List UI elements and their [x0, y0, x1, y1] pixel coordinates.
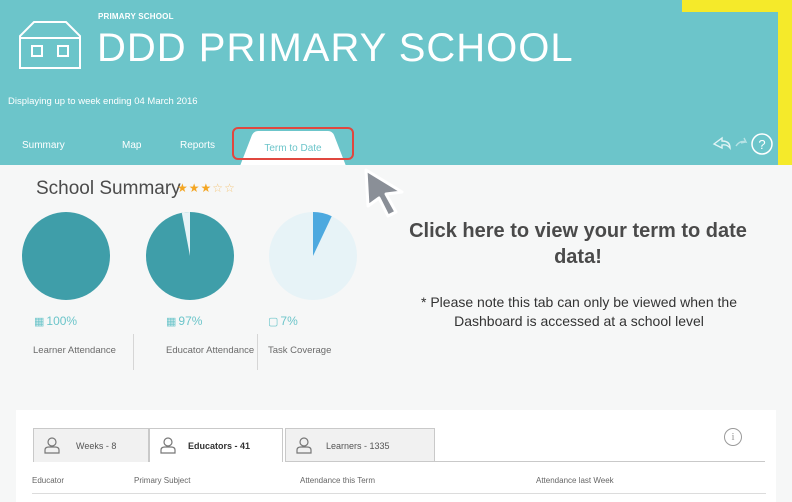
learner-attendance-value: ▦ 100% — [34, 314, 77, 328]
week-ending-info: Displaying up to week ending 04 March 20… — [8, 96, 198, 107]
task-coverage-label: Task Coverage — [268, 345, 332, 356]
metric-value: 7% — [280, 314, 298, 328]
table-header-divider — [32, 493, 766, 494]
refresh-icon[interactable] — [735, 137, 748, 147]
star-filled-icon: ★ — [188, 181, 201, 195]
user-icon — [296, 437, 312, 454]
educator-attendance-value: ▦ 97% — [166, 314, 202, 328]
calendar-icon: ▦ — [166, 316, 177, 328]
column-header-educator[interactable]: Educator — [32, 476, 64, 485]
star-filled-icon: ★ — [177, 181, 189, 195]
task-coverage-pie — [269, 212, 357, 300]
star-empty-icon: ☆ — [212, 181, 225, 195]
pie-slice-filled — [22, 212, 110, 300]
yellow-corner-strip — [682, 0, 792, 12]
educator-attendance-pie — [146, 212, 234, 300]
mouse-pointer-icon — [364, 168, 404, 218]
back-icon[interactable] — [712, 136, 731, 151]
metric-divider — [133, 334, 134, 370]
info-icon[interactable]: i — [724, 428, 742, 446]
user-icon — [160, 437, 176, 454]
school-summary-title: School Summary — [36, 178, 181, 199]
help-icon[interactable]: ? — [751, 133, 773, 155]
learner-attendance-label: Learner Attendance — [33, 345, 116, 356]
column-header-primary-subject[interactable]: Primary Subject — [134, 476, 190, 485]
metric-divider — [257, 334, 258, 370]
star-filled-icon: ★ — [200, 181, 213, 195]
tab-learners[interactable]: Learners - 1335 — [285, 428, 435, 462]
tab-educators-label: Educators - 41 — [188, 441, 251, 451]
header-icons: ? — [712, 133, 773, 155]
star-rating: ★★★☆☆ — [177, 181, 236, 195]
educator-attendance-label: Educator Attendance — [166, 345, 255, 356]
metric-value: 97% — [178, 314, 203, 328]
tab-learners-label: Learners - 1335 — [326, 441, 390, 451]
term-to-date-highlight-box — [232, 127, 354, 160]
task-coverage-value: ▢ 7% — [268, 314, 298, 328]
clipboard-icon: ▢ — [268, 316, 279, 328]
main-tabs: Summary Map Reports Term to Date — [0, 130, 792, 166]
column-header-attendance-last-week[interactable]: Attendance last Week — [536, 476, 614, 485]
callout-note: * Please note this tab can only be viewe… — [421, 294, 737, 329]
tab-weeks-label: Weeks - 8 — [76, 441, 117, 451]
school-building-icon — [19, 21, 81, 69]
metric-value: 100% — [46, 314, 78, 328]
tab-weeks[interactable]: Weeks - 8 — [33, 428, 149, 462]
column-header-attendance-term[interactable]: Attendance this Term — [300, 476, 375, 485]
school-level-label: PRIMARY SCHOOL — [98, 12, 174, 21]
tab-summary[interactable]: Summary — [22, 140, 65, 151]
tab-map[interactable]: Map — [122, 140, 141, 151]
svg-text:?: ? — [758, 137, 765, 152]
tab-reports[interactable]: Reports — [180, 140, 215, 151]
star-empty-icon: ☆ — [224, 181, 236, 195]
user-icon — [44, 437, 60, 454]
calendar-icon: ▦ — [34, 316, 45, 328]
tabs-baseline — [285, 461, 765, 462]
learner-attendance-pie — [22, 212, 110, 300]
tab-educators[interactable]: Educators - 41 — [149, 428, 283, 462]
school-name-title: DDD PRIMARY SCHOOL — [97, 26, 574, 70]
callout-heading: Click here to view your term to date dat… — [409, 220, 747, 268]
